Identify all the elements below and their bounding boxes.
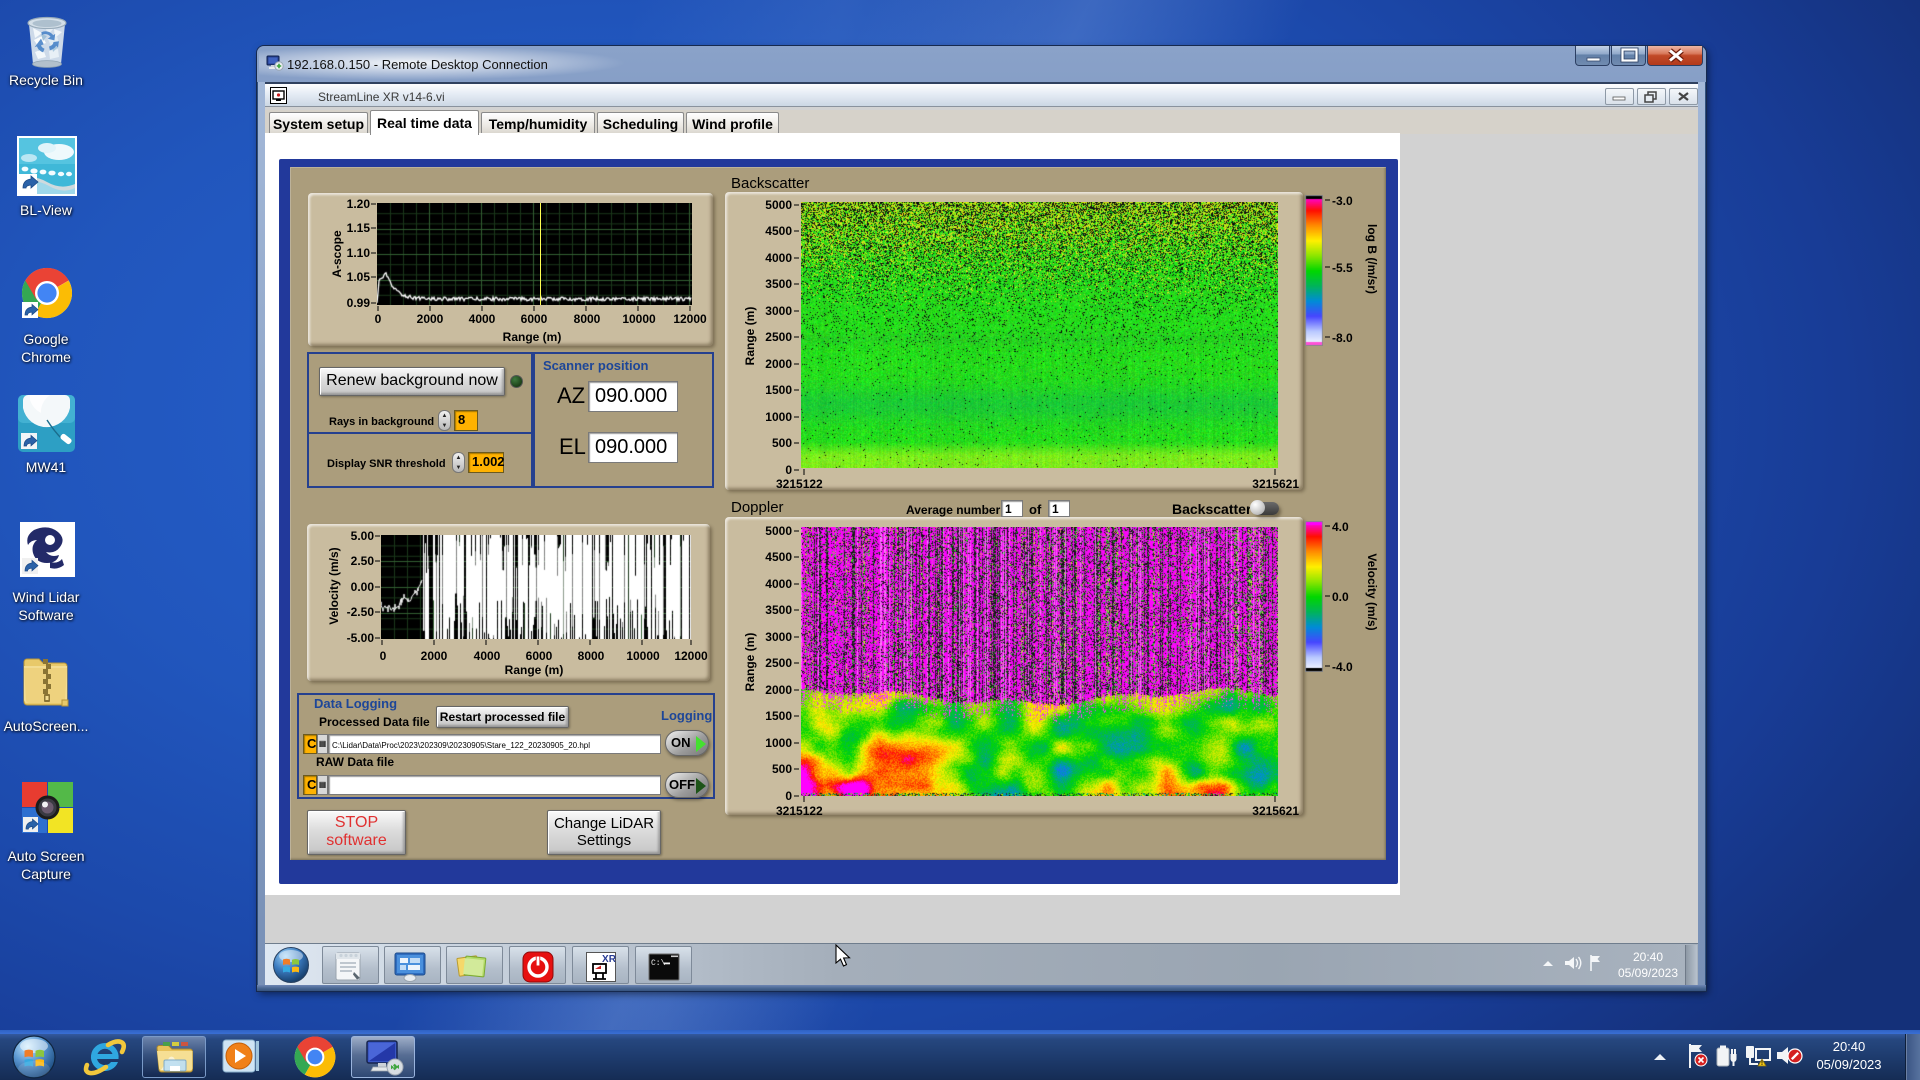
svg-text:log B (/m/sr): log B (/m/sr) xyxy=(1365,224,1379,294)
svg-text:Velocity (m/s): Velocity (m/s) xyxy=(1365,553,1379,630)
svg-text:1500: 1500 xyxy=(765,383,792,397)
svg-text:Range (m): Range (m) xyxy=(743,633,757,692)
svg-text:10000: 10000 xyxy=(626,649,660,663)
svg-text:4500: 4500 xyxy=(765,224,792,238)
svg-text:1.10: 1.10 xyxy=(347,246,371,260)
svg-text:0.0: 0.0 xyxy=(1332,590,1349,604)
svg-text:!: ! xyxy=(1761,1061,1763,1067)
svg-text:3500: 3500 xyxy=(765,603,792,617)
svg-text:4000: 4000 xyxy=(765,577,792,591)
svg-text:3000: 3000 xyxy=(765,630,792,644)
svg-text:1000: 1000 xyxy=(765,736,792,750)
svg-text:0.00: 0.00 xyxy=(351,580,375,594)
svg-text:3215621: 3215621 xyxy=(1252,804,1299,818)
svg-text:0.99: 0.99 xyxy=(347,296,371,310)
svg-text:12000: 12000 xyxy=(674,649,708,663)
svg-text:0: 0 xyxy=(785,463,792,477)
svg-text:3500: 3500 xyxy=(765,277,792,291)
svg-text:1.15: 1.15 xyxy=(347,221,371,235)
svg-text:0: 0 xyxy=(380,649,387,663)
svg-text:500: 500 xyxy=(772,436,792,450)
svg-text:5.00: 5.00 xyxy=(351,529,375,543)
svg-text:4500: 4500 xyxy=(765,550,792,564)
svg-text:8000: 8000 xyxy=(578,649,605,663)
svg-text:5000: 5000 xyxy=(765,198,792,212)
svg-text:6000: 6000 xyxy=(521,312,548,326)
svg-text:-2.50: -2.50 xyxy=(347,605,375,619)
svg-text:4.0: 4.0 xyxy=(1332,520,1349,534)
svg-text:Range (m): Range (m) xyxy=(505,663,564,677)
svg-text:Range (m): Range (m) xyxy=(503,330,562,344)
svg-text:2500: 2500 xyxy=(765,656,792,670)
svg-text:500: 500 xyxy=(772,762,792,776)
svg-text:-5.00: -5.00 xyxy=(347,631,375,645)
svg-text:1.05: 1.05 xyxy=(347,270,371,284)
svg-text:C:\: C:\ xyxy=(651,959,666,968)
svg-text:0: 0 xyxy=(375,312,382,326)
svg-text:Velocity (m/s): Velocity (m/s) xyxy=(327,547,341,624)
svg-text:2000: 2000 xyxy=(417,312,444,326)
svg-text:2000: 2000 xyxy=(421,649,448,663)
svg-text:1.20: 1.20 xyxy=(347,197,371,211)
svg-text:2000: 2000 xyxy=(765,683,792,697)
svg-text:Range (m): Range (m) xyxy=(743,307,757,366)
svg-text:-3.0: -3.0 xyxy=(1332,194,1353,208)
svg-text:A-scope: A-scope xyxy=(330,230,344,278)
svg-text:3215122: 3215122 xyxy=(776,804,823,818)
svg-text:1500: 1500 xyxy=(765,709,792,723)
svg-text:-5.5: -5.5 xyxy=(1332,261,1353,275)
svg-text:2500: 2500 xyxy=(765,330,792,344)
svg-text:4000: 4000 xyxy=(469,312,496,326)
svg-text:-8.0: -8.0 xyxy=(1332,331,1353,345)
svg-text:4000: 4000 xyxy=(474,649,501,663)
svg-text:12000: 12000 xyxy=(673,312,707,326)
svg-text:8000: 8000 xyxy=(574,312,601,326)
svg-text:5000: 5000 xyxy=(765,524,792,538)
svg-text:-4.0: -4.0 xyxy=(1332,660,1353,674)
svg-text:10000: 10000 xyxy=(622,312,656,326)
svg-text:4000: 4000 xyxy=(765,251,792,265)
svg-text:1000: 1000 xyxy=(765,410,792,424)
svg-text:6000: 6000 xyxy=(526,649,553,663)
svg-text:0: 0 xyxy=(785,789,792,803)
svg-text:3215122: 3215122 xyxy=(776,477,823,491)
svg-text:2000: 2000 xyxy=(765,357,792,371)
svg-text:2.50: 2.50 xyxy=(351,554,375,568)
svg-text:3000: 3000 xyxy=(765,304,792,318)
svg-text:3215621: 3215621 xyxy=(1252,477,1299,491)
